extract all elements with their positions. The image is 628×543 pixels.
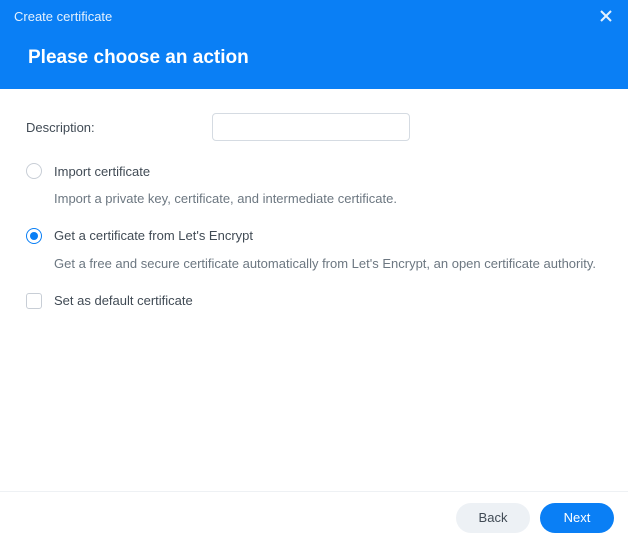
radio-icon: [26, 228, 42, 244]
checkbox-icon: [26, 293, 42, 309]
header-top-row: Create certificate: [14, 0, 614, 32]
dialog-title: Create certificate: [14, 9, 112, 24]
dialog-header: Create certificate Please choose an acti…: [0, 0, 628, 89]
description-row: Description:: [26, 113, 602, 141]
radio-icon: [26, 163, 42, 179]
checkbox-default[interactable]: Set as default certificate: [26, 293, 602, 309]
dialog-footer: Back Next: [0, 491, 628, 543]
option-import-description: Import a private key, certificate, and i…: [54, 189, 602, 210]
option-letsencrypt: Get a certificate from Let's Encrypt Get…: [26, 228, 602, 275]
description-input[interactable]: [212, 113, 410, 141]
next-button[interactable]: Next: [540, 503, 614, 533]
option-import: Import certificate Import a private key,…: [26, 163, 602, 210]
option-letsencrypt-description: Get a free and secure certificate automa…: [54, 254, 602, 275]
radio-import[interactable]: Import certificate: [26, 163, 602, 179]
dialog-subtitle: Please choose an action: [14, 47, 614, 69]
checkbox-default-label: Set as default certificate: [54, 293, 193, 308]
radio-letsencrypt[interactable]: Get a certificate from Let's Encrypt: [26, 228, 602, 244]
radio-letsencrypt-label: Get a certificate from Let's Encrypt: [54, 228, 253, 243]
radio-import-label: Import certificate: [54, 164, 150, 179]
close-icon[interactable]: [597, 7, 615, 25]
description-label: Description:: [26, 120, 212, 135]
dialog-content: Description: Import certificate Import a…: [0, 89, 628, 491]
back-button[interactable]: Back: [456, 503, 530, 533]
